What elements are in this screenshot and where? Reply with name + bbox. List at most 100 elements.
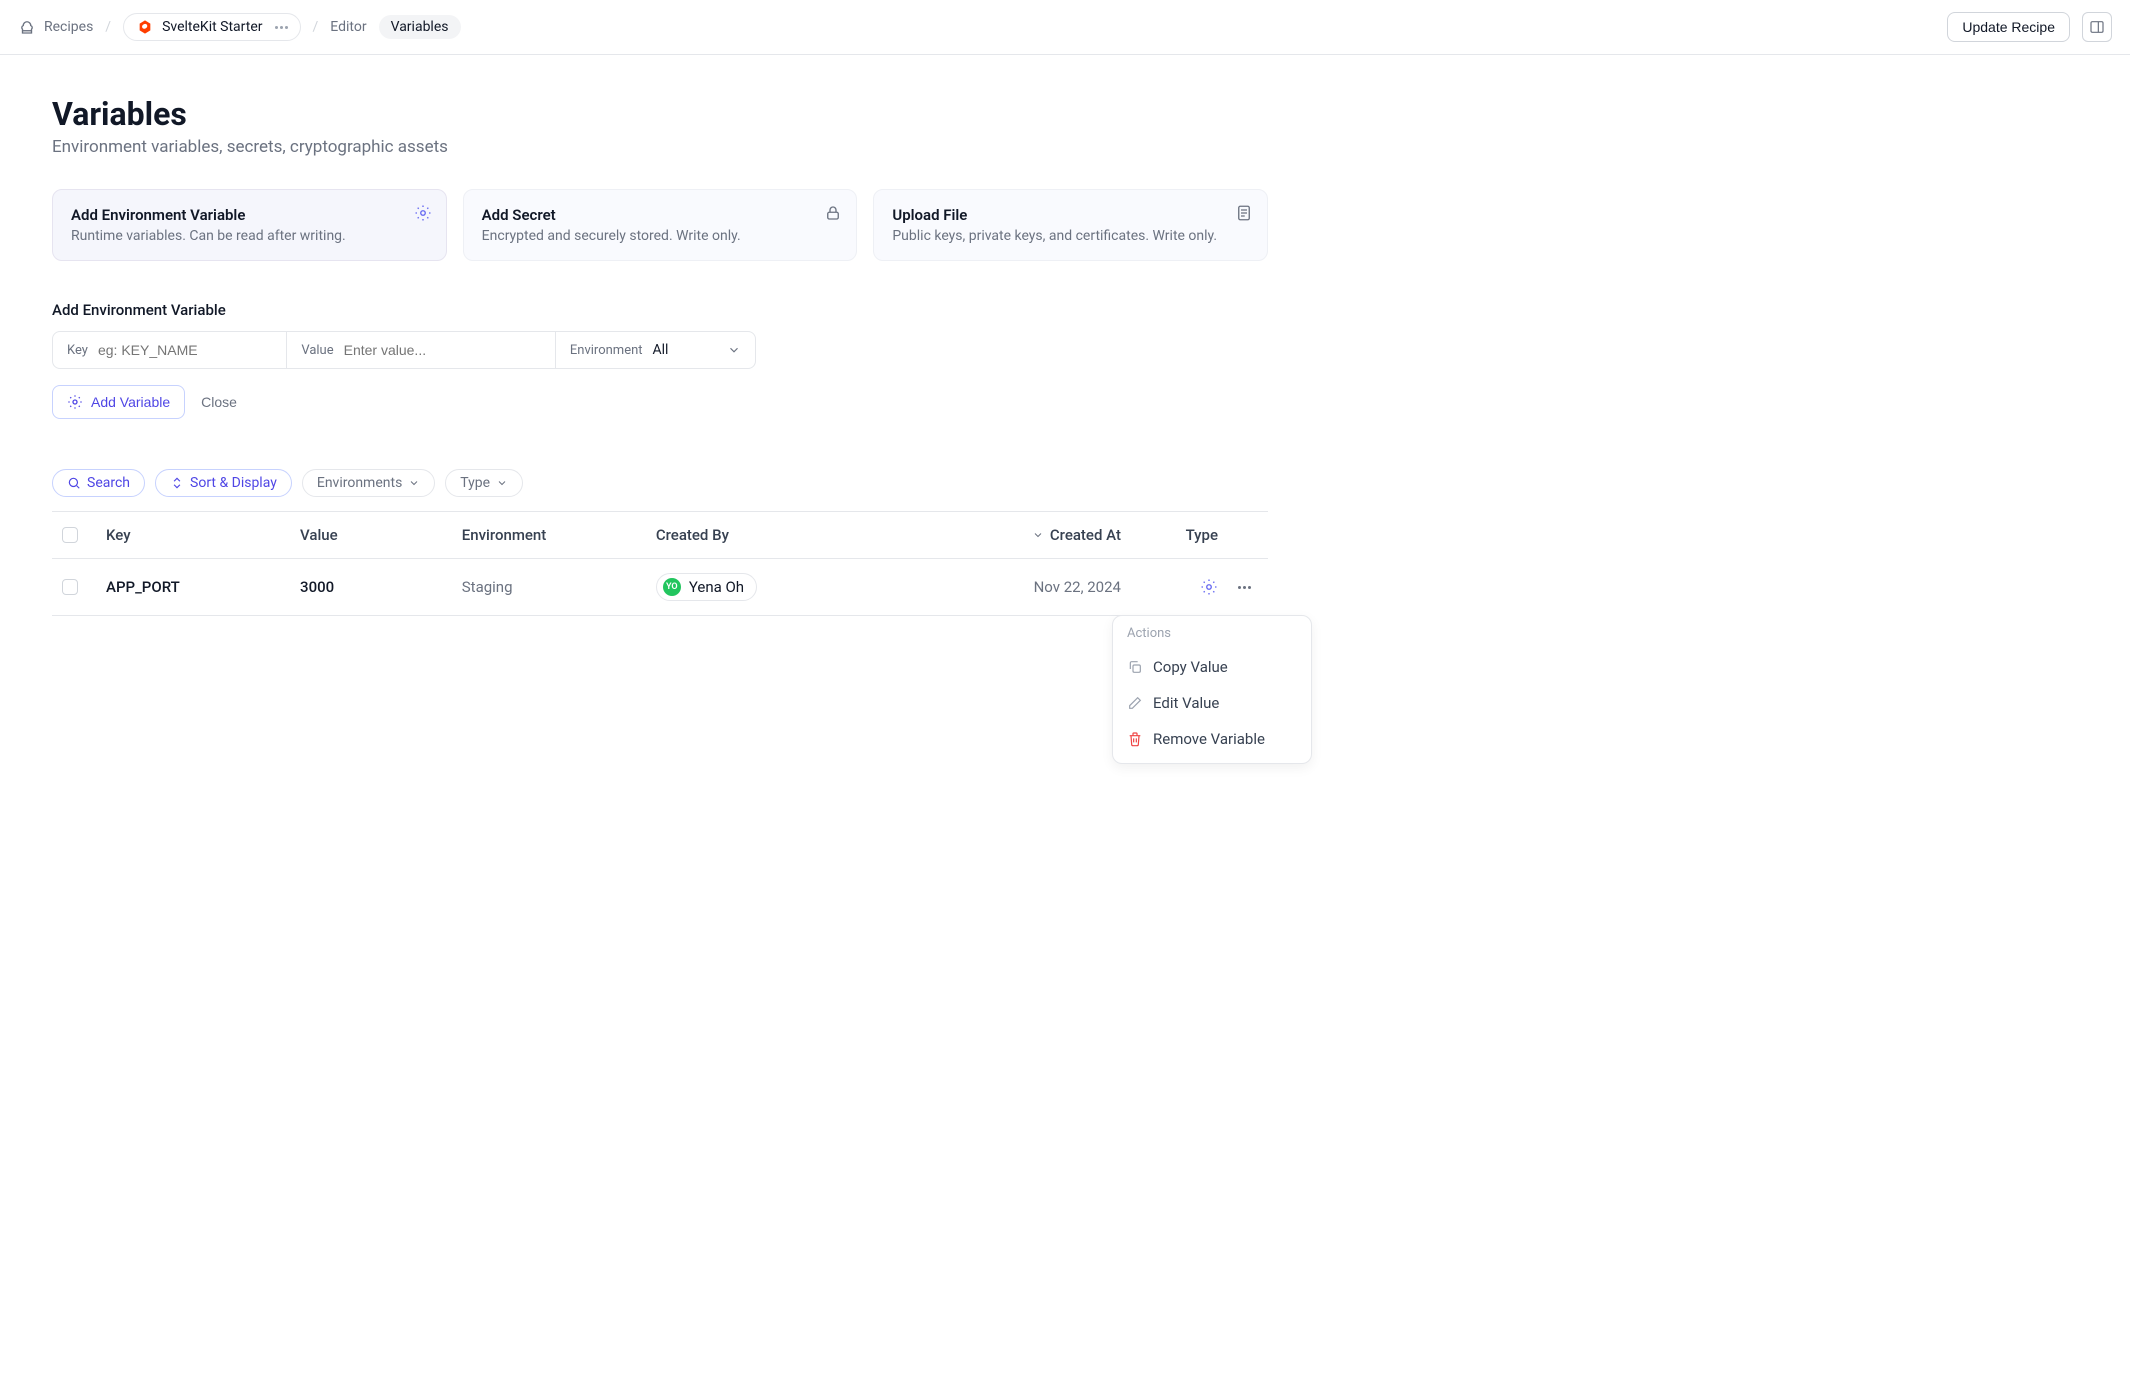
pencil-icon [1127, 695, 1143, 711]
key-input[interactable] [98, 342, 248, 358]
search-chip[interactable]: Search [52, 469, 145, 497]
table-header-checkbox [52, 512, 96, 559]
table-header-actions [1228, 512, 1268, 559]
breadcrumb-editor[interactable]: Editor [330, 19, 366, 35]
value-input[interactable] [344, 342, 494, 358]
table-header-created-at[interactable]: Created At [937, 512, 1131, 559]
card-upload-file[interactable]: Upload File Public keys, private keys, a… [873, 189, 1268, 261]
sort-icon [170, 476, 184, 490]
menu-copy-label: Copy Value [1153, 658, 1228, 676]
sort-chip-label: Sort & Display [190, 475, 277, 491]
copy-icon [1127, 659, 1143, 675]
trash-icon [1127, 731, 1143, 747]
form-section-title: Add Environment Variable [52, 301, 1268, 319]
chevron-down-icon [727, 343, 741, 357]
form-key-label: Key [67, 343, 88, 358]
panel-toggle-button[interactable] [2082, 12, 2112, 42]
top-bar: Recipes / SvelteKit Starter / Editor Var… [0, 0, 2130, 55]
menu-remove-label: Remove Variable [1153, 730, 1265, 748]
form-value-cell: Value [286, 332, 555, 368]
breadcrumb-current-label: Variables [391, 19, 449, 35]
card-secret-desc: Encrypted and securely stored. Write onl… [482, 228, 839, 244]
more-horizontal-icon [1238, 586, 1251, 589]
chevron-down-icon [496, 477, 508, 489]
close-button[interactable]: Close [201, 394, 237, 410]
chevron-down-icon [1032, 529, 1044, 541]
menu-edit-label: Edit Value [1153, 694, 1219, 712]
file-icon [1235, 204, 1253, 222]
table-header-created-by[interactable]: Created By [646, 512, 937, 559]
update-recipe-button[interactable]: Update Recipe [1947, 12, 2070, 42]
add-variable-button-label: Add Variable [91, 394, 170, 410]
card-upload-desc: Public keys, private keys, and certifica… [892, 228, 1249, 244]
gear-icon [414, 204, 432, 222]
action-cards: Add Environment Variable Runtime variabl… [52, 189, 1268, 261]
form-value-label: Value [301, 343, 333, 358]
page-subtitle: Environment variables, secrets, cryptogr… [52, 137, 1268, 157]
breadcrumb-editor-label: Editor [330, 19, 366, 35]
table-cell-actions [1228, 559, 1268, 616]
table-cell-environment: Staging [452, 559, 646, 616]
menu-remove-variable[interactable]: Remove Variable [1113, 721, 1311, 757]
gear-icon [67, 394, 83, 410]
table-cell-created-at: Nov 22, 2024 [937, 559, 1131, 616]
panel-right-icon [2089, 19, 2105, 35]
form-actions: Add Variable Close [52, 385, 1268, 419]
breadcrumb: Recipes / SvelteKit Starter / Editor Var… [18, 13, 461, 41]
form-env-label: Environment [570, 343, 643, 358]
row-environment: Staging [462, 578, 513, 596]
avatar: YO [663, 578, 681, 596]
environments-chip-label: Environments [317, 475, 402, 491]
user-pill[interactable]: YO Yena Oh [656, 573, 757, 601]
top-bar-right: Update Recipe [1947, 12, 2112, 42]
table-cell-key: APP_PORT [96, 559, 290, 616]
breadcrumb-root[interactable]: Recipes [18, 18, 93, 36]
row-actions-button[interactable] [1238, 586, 1251, 589]
sort-chip[interactable]: Sort & Display [155, 469, 292, 497]
select-all-checkbox[interactable] [62, 527, 78, 543]
card-upload-title: Upload File [892, 206, 1249, 224]
gear-icon [1200, 578, 1218, 596]
table-cell-type [1131, 559, 1228, 616]
row-actions-menu: Actions Copy Value Edit Value Remove Var… [1112, 615, 1312, 764]
environments-chip[interactable]: Environments [302, 469, 435, 497]
page-title: Variables [52, 95, 1268, 133]
filter-row: Search Sort & Display Environments Type [52, 469, 1268, 497]
more-horizontal-icon[interactable] [275, 26, 288, 29]
card-secret-title: Add Secret [482, 206, 839, 224]
table-header-type[interactable]: Type [1131, 512, 1228, 559]
table-header-environment[interactable]: Environment [452, 512, 646, 559]
breadcrumb-separator: / [313, 19, 319, 35]
variables-table: Key Value Environment Created By Created… [52, 511, 1268, 616]
add-variable-button[interactable]: Add Variable [52, 385, 185, 419]
row-created-at: Nov 22, 2024 [1034, 578, 1121, 596]
breadcrumb-project[interactable]: SvelteKit Starter [123, 13, 300, 41]
svelte-icon [136, 18, 154, 36]
chef-hat-icon [18, 18, 36, 36]
row-key: APP_PORT [106, 578, 180, 596]
breadcrumb-separator: / [105, 19, 111, 35]
menu-edit-value[interactable]: Edit Value [1113, 685, 1311, 721]
menu-header: Actions [1113, 626, 1311, 649]
card-add-env-variable[interactable]: Add Environment Variable Runtime variabl… [52, 189, 447, 261]
card-env-title: Add Environment Variable [71, 206, 428, 224]
search-chip-label: Search [87, 475, 130, 491]
table-cell-value: 3000 [290, 559, 452, 616]
table-header-key[interactable]: Key [96, 512, 290, 559]
add-variable-form: Key Value Environment All [52, 331, 756, 369]
form-key-cell: Key [53, 332, 286, 368]
type-chip-label: Type [460, 475, 490, 491]
card-add-secret[interactable]: Add Secret Encrypted and securely stored… [463, 189, 858, 261]
row-value: 3000 [300, 578, 334, 596]
table-header-value[interactable]: Value [290, 512, 452, 559]
card-env-desc: Runtime variables. Can be read after wri… [71, 228, 428, 244]
breadcrumb-current[interactable]: Variables [379, 15, 461, 39]
table-cell-created-by: YO Yena Oh [646, 559, 937, 616]
breadcrumb-project-label: SvelteKit Starter [162, 19, 262, 35]
search-icon [67, 476, 81, 490]
table-header-created-at-label: Created At [1050, 526, 1121, 544]
type-chip[interactable]: Type [445, 469, 523, 497]
form-env-cell[interactable]: Environment All [555, 332, 755, 368]
menu-copy-value[interactable]: Copy Value [1113, 649, 1311, 685]
row-checkbox[interactable] [62, 579, 78, 595]
